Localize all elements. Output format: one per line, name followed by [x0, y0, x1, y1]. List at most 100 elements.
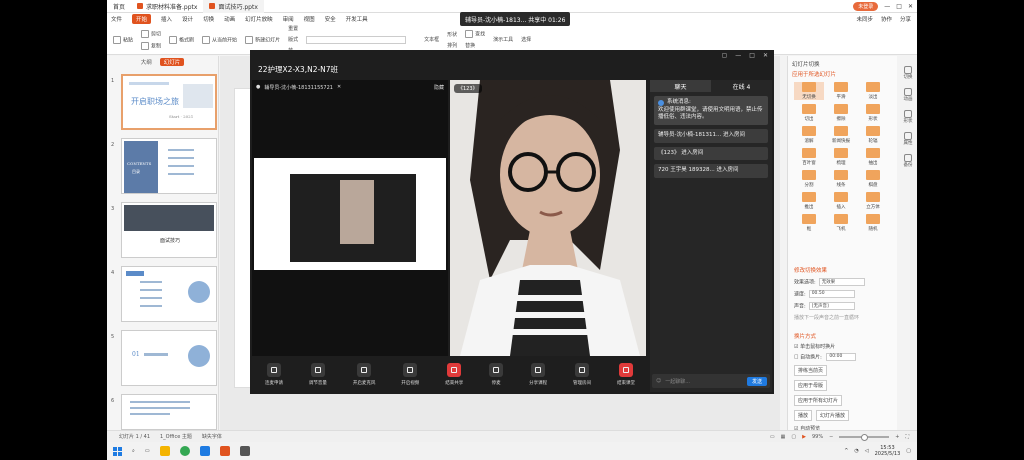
file-explorer-icon[interactable]	[159, 446, 170, 456]
sound-select[interactable]: [无声音]	[808, 302, 855, 310]
select-button[interactable]: 选择	[521, 36, 531, 43]
windows-start-icon[interactable]	[113, 446, 122, 456]
raise-mic-button[interactable]: 连麦申请	[265, 362, 283, 386]
close-icon[interactable]: ✕	[763, 52, 768, 59]
arrange-button[interactable]: 排列	[447, 42, 457, 49]
shape-button[interactable]: 形状	[447, 31, 457, 38]
send-button[interactable]: 发送	[746, 376, 767, 386]
effect-select[interactable]: 无效果	[818, 278, 865, 286]
transition-wheel[interactable]: 轮辐	[858, 126, 888, 144]
transition-comb[interactable]: 梳理	[826, 148, 856, 166]
format-painter-button[interactable]: 格式刷	[169, 35, 194, 44]
slide-thumbnail-5[interactable]: 01	[121, 330, 217, 386]
auto-switch-checkbox[interactable]: ☐ 自动换片: 00:00	[794, 353, 857, 361]
slide-thumbnail-2[interactable]: CONTENTS 目录	[121, 138, 217, 194]
layout-button[interactable]: 版式	[288, 36, 298, 43]
manage-room-button[interactable]: 管理房间	[573, 362, 591, 386]
tab-chat[interactable]: 聊天	[650, 80, 711, 92]
side-transition-button[interactable]: 切换	[903, 66, 913, 80]
app-icon-blue[interactable]	[199, 446, 210, 456]
menu-transition[interactable]: 切换	[203, 15, 214, 23]
chrome-icon[interactable]	[179, 446, 190, 456]
tab-document-2[interactable]: 面试技巧.pptx	[203, 0, 264, 13]
transition-plane[interactable]: 飞机	[826, 214, 856, 232]
sync-status[interactable]: 未同步	[856, 15, 873, 23]
stop-share-button[interactable]: 结束共享	[445, 362, 463, 386]
transition-fade[interactable]: 淡出	[858, 82, 888, 100]
side-shape-button[interactable]: 形状	[903, 110, 913, 124]
presenter-tools-button[interactable]: 演示工具	[493, 36, 513, 43]
zoom-out-icon[interactable]: −	[829, 434, 833, 440]
search-icon[interactable]: ⌕	[132, 448, 135, 454]
rehearse-button[interactable]: 排练当前页	[794, 365, 856, 376]
fit-window-icon[interactable]: ⛶	[905, 434, 909, 440]
menu-security[interactable]: 安全	[325, 15, 336, 23]
chevron-up-icon[interactable]: ^	[844, 448, 848, 454]
menu-design[interactable]: 设计	[182, 15, 193, 23]
maximize-icon[interactable]: □	[896, 3, 902, 10]
menu-view[interactable]: 视图	[304, 15, 315, 23]
font-name-select[interactable]	[306, 35, 407, 44]
side-animation-button[interactable]: 动画	[903, 88, 913, 102]
menu-developer[interactable]: 开发工具	[346, 15, 368, 23]
transition-split[interactable]: 分割	[794, 170, 824, 188]
play-button[interactable]: 播放	[794, 410, 813, 421]
pin-icon[interactable]: ▢	[722, 52, 728, 59]
menu-animation[interactable]: 动画	[224, 15, 235, 23]
slide-thumbnail-4[interactable]	[121, 266, 217, 322]
apply-all-button[interactable]: 应用于所有幻灯片	[794, 395, 856, 406]
mute-all-button[interactable]: 停麦	[489, 362, 504, 386]
from-current-button[interactable]: 从当前开始	[202, 35, 237, 44]
network-icon[interactable]: ◔	[854, 448, 858, 454]
side-backup-button[interactable]: 备份	[903, 154, 913, 168]
mic-button[interactable]: 开启麦克风	[353, 362, 375, 386]
transition-news[interactable]: 新闻快报	[826, 126, 856, 144]
collab-button[interactable]: 协作	[881, 15, 892, 23]
copy-button[interactable]: 复制	[141, 41, 161, 50]
slideshow-button[interactable]: 幻灯片播放	[816, 410, 850, 421]
menu-slideshow[interactable]: 幻灯片放映	[245, 15, 273, 23]
share-button[interactable]: 分享	[900, 15, 911, 23]
slide-thumbnail-1[interactable]: 开启职场之旅 Start · 2021	[121, 74, 217, 130]
video-tile-teacher[interactable]: ● 辅导员-沈小楠-18131155721 ✕ 隐藏	[252, 80, 448, 356]
new-slide-button[interactable]: 新建幻灯片	[245, 35, 280, 44]
emoji-icon[interactable]: ☺	[656, 378, 661, 384]
transition-shape[interactable]: 形状	[858, 104, 888, 122]
hide-button[interactable]: 隐藏	[434, 84, 448, 91]
find-button[interactable]: 查找	[465, 30, 485, 38]
menu-start[interactable]: 开始	[132, 14, 152, 24]
menu-file[interactable]: 文件	[111, 15, 122, 23]
transition-checker[interactable]: 棋盘	[858, 170, 888, 188]
transition-blinds[interactable]: 百叶窗	[794, 148, 824, 166]
reset-button[interactable]: 重置	[288, 25, 298, 32]
zoom-in-icon[interactable]: +	[895, 434, 899, 440]
transition-dissolve[interactable]: 溶解	[794, 126, 824, 144]
tab-document-1[interactable]: 求职材料准备.pptx	[131, 0, 203, 13]
apply-master-button[interactable]: 应用于母版	[794, 380, 856, 391]
slide-thumbnail-6[interactable]	[121, 394, 217, 430]
play-slideshow-icon[interactable]: ▶	[802, 434, 806, 440]
view-normal-icon[interactable]: ▭	[770, 434, 775, 440]
end-class-button[interactable]: 结束课堂	[617, 362, 635, 386]
transition-cube[interactable]: 立方体	[858, 192, 888, 210]
replace-button[interactable]: 替换	[465, 42, 485, 49]
maximize-icon[interactable]: □	[749, 52, 755, 59]
volume-button[interactable]: 调节音量	[309, 362, 327, 386]
transition-lines[interactable]: 线条	[826, 170, 856, 188]
transition-push[interactable]: 推出	[794, 192, 824, 210]
screen-share-badge[interactable]: 辅导员-沈小楠-1813... 共享中 01:26	[460, 12, 571, 26]
notification-icon[interactable]: ▢	[906, 448, 911, 454]
clock[interactable]: 15:53 2025/5/13	[875, 445, 901, 457]
wps-icon[interactable]	[219, 446, 230, 456]
loop-option[interactable]: 播放下一段声音之前一直循环	[794, 314, 865, 321]
view-sorter-icon[interactable]: ▦	[781, 434, 786, 440]
app-icon-dark[interactable]	[239, 446, 250, 456]
minimize-icon[interactable]: —	[735, 52, 741, 59]
cut-button[interactable]: 剪切	[141, 29, 161, 38]
textbox-button[interactable]: 文本框	[424, 36, 439, 43]
side-properties-button[interactable]: 属性	[903, 132, 913, 146]
menu-review[interactable]: 审阅	[283, 15, 294, 23]
volume-icon[interactable]: ◁	[865, 448, 869, 454]
transition-pull[interactable]: 抽出	[858, 148, 888, 166]
view-reading-icon[interactable]: ▢	[791, 434, 796, 440]
